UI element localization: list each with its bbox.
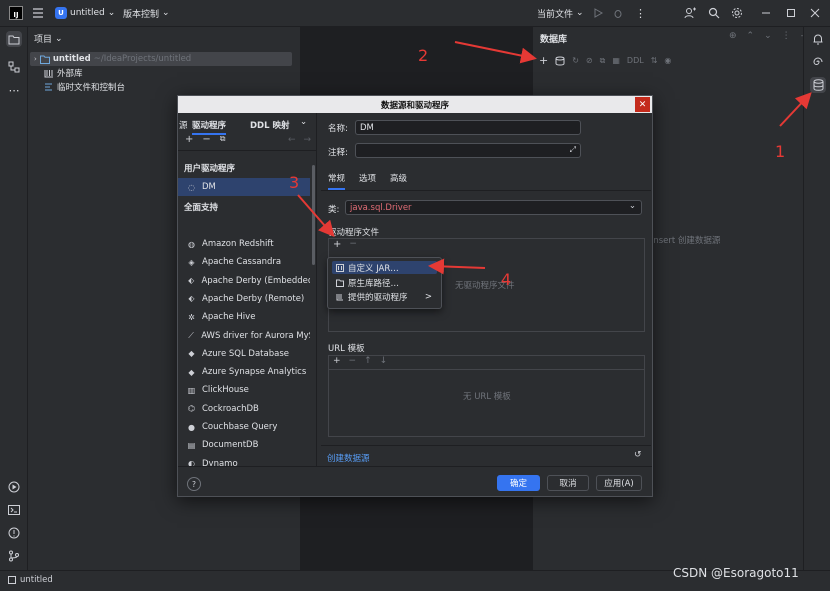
annotation-step-2: 2 bbox=[418, 46, 429, 65]
annotation-arrow-1 bbox=[779, 92, 812, 127]
annotation-step-1: 1 bbox=[775, 142, 786, 161]
annotation-layer bbox=[297, 41, 812, 275]
annotation-arrow-4 bbox=[428, 258, 486, 275]
annotation-arrow-3 bbox=[297, 194, 335, 238]
watermark: CSDN @Esoragoto11 bbox=[673, 566, 799, 580]
annotation-step-4: 4 bbox=[501, 270, 512, 289]
annotation-step-3: 3 bbox=[289, 173, 300, 192]
annotation-arrow-2 bbox=[454, 41, 537, 64]
